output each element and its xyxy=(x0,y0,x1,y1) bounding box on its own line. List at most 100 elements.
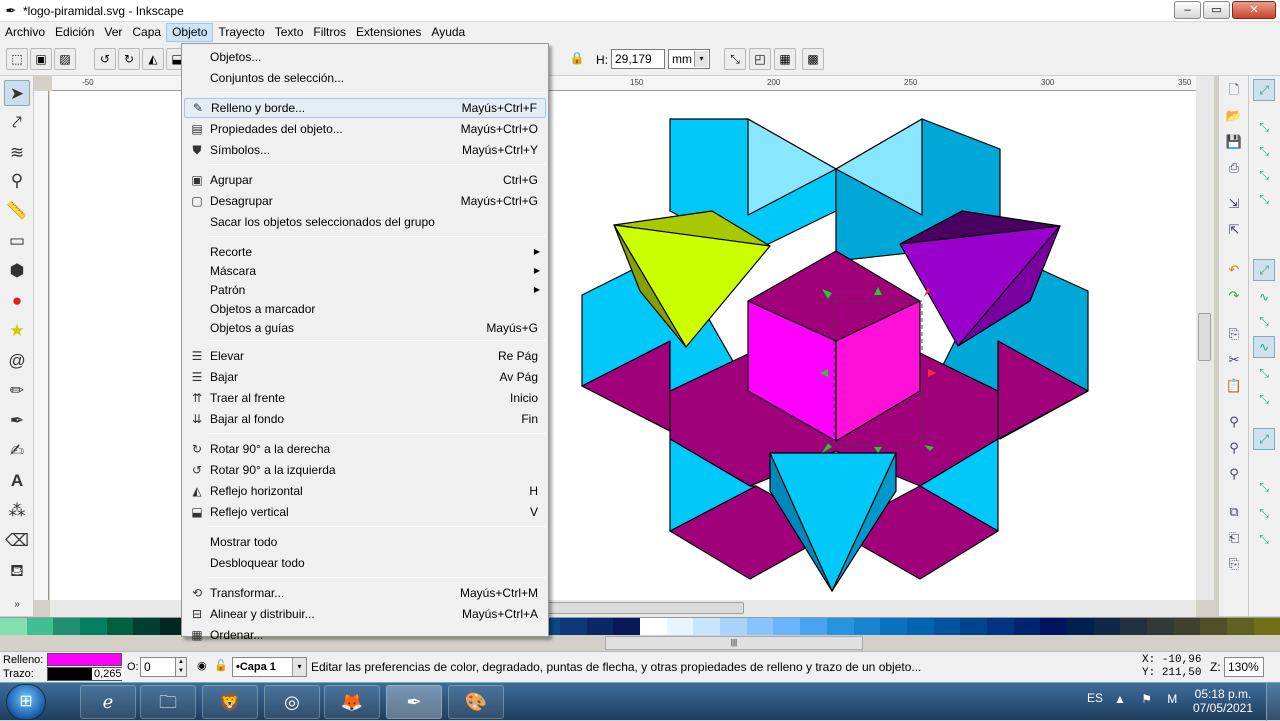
star-tool-icon[interactable]: ★ xyxy=(4,318,30,344)
palette-swatch[interactable] xyxy=(746,618,774,635)
opacity-input[interactable] xyxy=(140,657,176,677)
menu-item-reflejo-horizontal[interactable]: ◭ Reflejo horizontal H xyxy=(184,481,546,501)
menu-capa[interactable]: Capa xyxy=(127,23,166,42)
snap-nodes-icon[interactable]: ⤢ xyxy=(1253,259,1275,281)
menu-item-objetos-a-marcador[interactable]: Objetos a marcador xyxy=(184,299,546,319)
eraser-tool-icon[interactable]: ⌫ xyxy=(4,528,30,554)
minimize-button[interactable]: – xyxy=(1174,1,1201,19)
palette-swatch[interactable] xyxy=(0,618,27,635)
clone-icon[interactable]: ⎗ xyxy=(1224,528,1244,548)
palette-swatch[interactable] xyxy=(960,618,987,635)
menu-item-relleno-y-borde[interactable]: ✎ Relleno y borde... Mayús+Ctrl+F xyxy=(184,98,546,118)
spiral-tool-icon[interactable]: @ xyxy=(4,348,30,374)
palette-swatch[interactable] xyxy=(26,618,54,635)
palette-swatch[interactable] xyxy=(1226,618,1254,635)
spray-tool-icon[interactable]: ⁂ xyxy=(4,498,30,524)
start-button[interactable]: ⊞ xyxy=(6,684,46,720)
menu-item-agrupar[interactable]: ▣ Agrupar Ctrl+G xyxy=(184,170,546,190)
stroke-width-value[interactable]: 0,265 xyxy=(92,668,124,680)
palette-swatch[interactable] xyxy=(1120,618,1147,635)
menu-item-transformar[interactable]: ⟲ Transformar... Mayús+Ctrl+M xyxy=(184,583,546,603)
menu-item-desbloquear-todo[interactable]: Desbloquear todo xyxy=(184,553,546,573)
snap-page-icon[interactable]: ⤡ xyxy=(1253,476,1275,498)
palette-swatch[interactable] xyxy=(880,618,907,635)
menu-item-bajar-al-fondo[interactable]: ⇊ Bajar al fondo Fin xyxy=(184,409,546,429)
select-all-icon[interactable]: ⬚ xyxy=(6,48,28,70)
ie-taskbar-icon[interactable]: ℯ xyxy=(80,685,136,719)
menu-item-símbolos[interactable]: ⛊ Símbolos... Mayús+Ctrl+Y xyxy=(184,140,546,160)
palette-swatch[interactable] xyxy=(826,618,854,635)
menu-item-rotar-90-a-la-derecha[interactable]: ↻ Rotar 90° a la derecha xyxy=(184,439,546,459)
height-input[interactable] xyxy=(611,49,665,69)
palette-swatch[interactable] xyxy=(133,618,161,635)
scale-corners-icon[interactable]: ◰ xyxy=(749,48,771,70)
zoom-input[interactable] xyxy=(1224,657,1264,677)
snap-guide-icon[interactable]: ⤡ xyxy=(1253,528,1275,550)
layer-select[interactable]: •Capa 1 ▾ xyxy=(232,657,307,677)
show-desktop-button[interactable] xyxy=(1266,683,1280,721)
explorer-taskbar-icon[interactable]: 🗀 xyxy=(140,685,196,719)
menu-item-desagrupar[interactable]: ▢ Desagrupar Mayús+Ctrl+G xyxy=(184,191,546,211)
menu-objeto[interactable]: Objeto xyxy=(166,23,214,42)
inkscape-taskbar-icon[interactable]: ✒ xyxy=(386,685,442,719)
text-tool-icon[interactable]: A xyxy=(4,468,30,494)
snap-others-icon[interactable]: ⤢ xyxy=(1253,428,1275,450)
vertical-scroll-thumb[interactable] xyxy=(1198,313,1211,361)
menu-item-elevar[interactable]: ☰ Elevar Re Pág xyxy=(184,346,546,366)
language-indicator[interactable]: ES xyxy=(1087,691,1103,705)
maximize-button[interactable]: ▭ xyxy=(1203,1,1230,19)
snap-smooth-icon[interactable]: ⤡ xyxy=(1253,362,1275,384)
scale-stroke-icon[interactable]: ⤡ xyxy=(724,48,746,70)
menu-item-ordenar[interactable]: ▦ Ordenar... xyxy=(184,625,546,645)
palette-swatch[interactable] xyxy=(906,618,934,635)
menu-item-máscara[interactable]: Máscara ▶ xyxy=(184,261,546,281)
close-button[interactable]: ✕ xyxy=(1232,1,1276,19)
palette-swatch[interactable] xyxy=(106,618,134,635)
tray-icons[interactable]: ▲ ⚑ M xyxy=(1114,692,1183,706)
flip-horizontal-icon[interactable]: ◭ xyxy=(142,48,164,70)
copy-icon[interactable]: ⎘ xyxy=(1224,324,1244,344)
palette-swatch[interactable] xyxy=(560,618,587,635)
menu-item-mostrar-todo[interactable]: Mostrar todo xyxy=(184,532,546,552)
fill-swatch[interactable] xyxy=(47,653,122,666)
rotate-cw-icon[interactable]: ↻ xyxy=(118,48,140,70)
palette-swatch[interactable] xyxy=(1040,618,1067,635)
open-icon[interactable]: 📂 xyxy=(1224,106,1244,126)
snap-path-icon[interactable]: ∿ xyxy=(1253,286,1275,308)
measure-tool-icon[interactable]: 📏 xyxy=(4,198,30,224)
palette-swatch[interactable] xyxy=(586,618,614,635)
brave-taskbar-icon[interactable]: 🦁 xyxy=(202,685,258,719)
stroke-swatch[interactable]: 0,265 xyxy=(47,667,124,681)
menu-item-traer-al-frente[interactable]: ⇈ Traer al frente Inicio xyxy=(184,388,546,408)
menu-extensiones[interactable]: Extensiones xyxy=(351,23,426,42)
palette-swatch[interactable] xyxy=(1013,618,1041,635)
palette-swatch[interactable] xyxy=(720,618,747,635)
palette-swatch[interactable] xyxy=(666,618,694,635)
more-tools-icon[interactable]: » xyxy=(4,592,30,618)
palette-swatch[interactable] xyxy=(640,618,667,635)
menu-item-recorte[interactable]: Recorte ▶ xyxy=(184,242,546,262)
menu-edición[interactable]: Edición xyxy=(50,23,99,42)
bucket-tool-icon[interactable]: ⛾ xyxy=(4,558,30,584)
import-icon[interactable]: ⇲ xyxy=(1224,194,1244,214)
horizontal-scroll-thumb[interactable] xyxy=(546,602,744,614)
snap-grid-icon[interactable]: ⤡ xyxy=(1253,502,1275,524)
unit-select[interactable]: mm ▾ xyxy=(668,49,710,69)
transform-gradients-icon[interactable]: ▦ xyxy=(774,48,796,70)
zoom-tool-icon[interactable]: ⚲ xyxy=(4,168,30,194)
palette-swatch[interactable] xyxy=(1146,618,1174,635)
vertical-scrollbar[interactable] xyxy=(1196,76,1214,600)
palette-swatch[interactable] xyxy=(613,618,641,635)
selector-tool-icon[interactable]: ➤ xyxy=(4,80,30,106)
palette-swatch[interactable] xyxy=(773,618,801,635)
zoom-selection-icon[interactable]: ⚲ xyxy=(1224,412,1244,432)
snap-toggle-icon[interactable]: ⤢ xyxy=(1253,79,1275,101)
rotate-ccw-icon[interactable]: ↺ xyxy=(94,48,116,70)
menu-item-objetos-a-guías[interactable]: Objetos a guías Mayús+G xyxy=(184,318,546,338)
duplicate-icon[interactable]: ⧉ xyxy=(1224,502,1244,522)
unlink-clone-icon[interactable]: ⎘ xyxy=(1224,554,1244,574)
cut-icon[interactable]: ✂ xyxy=(1224,350,1244,370)
zoom-drawing-icon[interactable]: ⚲ xyxy=(1224,438,1244,458)
menu-filtros[interactable]: Filtros xyxy=(308,23,351,42)
paste-icon[interactable]: 📋 xyxy=(1224,376,1244,396)
